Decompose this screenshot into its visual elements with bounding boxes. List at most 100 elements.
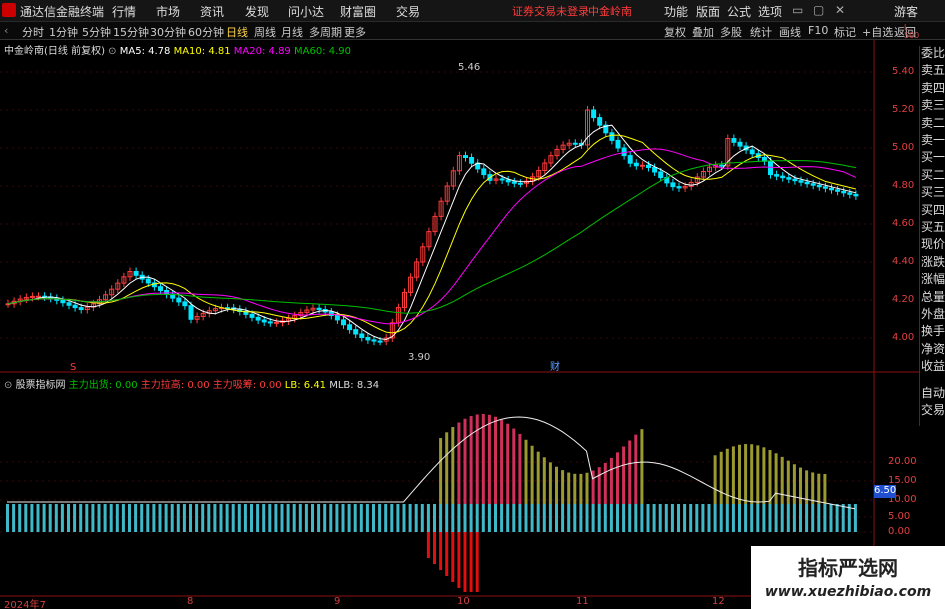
side-item[interactable]: 总量 — [921, 290, 945, 305]
tab-30min[interactable]: 30分钟 — [150, 24, 186, 40]
menu-trade[interactable]: 交易 — [396, 3, 420, 20]
tab-weekly[interactable]: 周线 — [254, 24, 276, 40]
indicator-bar — [774, 504, 778, 532]
side-item[interactable]: 净资 — [921, 342, 945, 357]
tab-1min[interactable]: 1分钟 — [49, 24, 78, 40]
price-tick: 4.40 — [892, 256, 915, 267]
indicator-bar-upper — [542, 457, 546, 504]
restore-icon[interactable]: ▢ — [813, 3, 824, 17]
menu-layout[interactable]: 版面 — [696, 3, 720, 20]
menu-news[interactable]: 资讯 — [200, 3, 224, 20]
indicator-bar — [42, 504, 46, 532]
indicator-bar — [652, 504, 656, 532]
tab-more[interactable]: 更多 — [344, 24, 366, 40]
indicator-bar — [841, 504, 845, 532]
tab-prev-icon[interactable]: ‹ — [4, 24, 8, 37]
side-item[interactable]: 卖四 — [921, 81, 945, 96]
tool-f10[interactable]: F10 — [808, 24, 828, 37]
indicator-bar-upper — [500, 419, 504, 504]
indicator-bar — [329, 504, 333, 532]
candle-body — [829, 187, 834, 191]
candle-body — [609, 132, 615, 141]
period-tabs: ‹ 分时 1分钟 5分钟 15分钟 30分钟 60分钟 日线 周线 月线 多周期… — [0, 22, 945, 40]
indicator-bar-upper — [512, 428, 516, 504]
tool-add-watchlist[interactable]: +自选 — [862, 24, 893, 40]
tool-overlay[interactable]: 叠加 — [692, 24, 714, 40]
tab-5min[interactable]: 5分钟 — [82, 24, 111, 40]
side-item[interactable]: 买三 — [921, 185, 945, 200]
side-item[interactable]: 收益 — [921, 359, 945, 374]
tab-monthly[interactable]: 月线 — [281, 24, 303, 40]
guest-label[interactable]: 游客 — [894, 3, 918, 20]
side-item[interactable]: 交易 — [921, 403, 945, 418]
indicator-bar — [304, 504, 308, 532]
indicator-bar — [616, 504, 619, 532]
candle-body — [182, 301, 188, 307]
side-item[interactable]: 卖三 — [921, 98, 945, 113]
menu-bar: 通达信金融终端 行情 市场 资讯 发现 问小达 财富圈 交易 证券交易未登录 中… — [0, 0, 945, 22]
indicator-bar — [372, 504, 375, 532]
menu-quotes[interactable]: 行情 — [112, 3, 136, 20]
side-item[interactable]: 卖五 — [921, 63, 945, 78]
candle-body — [731, 138, 737, 143]
date-label: 2024年7 — [4, 600, 46, 609]
price-tick: 5.00 — [892, 142, 915, 153]
menu-ask[interactable]: 问小达 — [288, 3, 324, 20]
indicator-bar — [414, 504, 418, 532]
indicator-bar — [750, 504, 754, 532]
side-item[interactable]: 换手 — [921, 324, 945, 339]
candle-body — [853, 193, 859, 197]
side-item[interactable]: 卖二 — [921, 116, 945, 131]
indicator-bar — [494, 504, 497, 532]
tool-mark[interactable]: 标记 — [834, 24, 856, 40]
side-item[interactable]: 自动 — [921, 386, 945, 401]
side-item[interactable]: 买四 — [921, 203, 945, 218]
indicator-bar — [536, 504, 540, 532]
indicator-bar-upper — [823, 473, 827, 504]
menu-market[interactable]: 市场 — [156, 3, 180, 20]
indicator-bar-upper — [524, 439, 528, 504]
indicator-bar — [555, 504, 558, 532]
indicator-bar — [780, 504, 784, 532]
indicator-bar — [561, 504, 565, 532]
indicator-bar-upper — [750, 444, 754, 504]
menu-discover[interactable]: 发现 — [245, 3, 269, 20]
tab-multi-period[interactable]: 多周期 — [309, 24, 342, 40]
tab-60min[interactable]: 60分钟 — [188, 24, 224, 40]
menu-options[interactable]: 选项 — [758, 3, 782, 20]
indicator-bar — [195, 504, 199, 532]
indicator-bar — [609, 504, 613, 532]
side-item[interactable]: 买五 — [921, 220, 945, 235]
side-item[interactable]: 现价 — [921, 237, 945, 252]
tab-15min[interactable]: 15分钟 — [113, 24, 149, 40]
side-item[interactable]: 涨幅 — [921, 272, 945, 287]
side-item[interactable]: 外盘 — [921, 307, 945, 322]
side-item[interactable]: 卖一 — [921, 133, 945, 148]
indicator-settings-icon[interactable]: ⊙ — [4, 380, 16, 391]
tool-adjust[interactable]: 复权 — [664, 24, 686, 40]
minimize-icon[interactable]: ▭ — [792, 3, 803, 17]
tool-multi-stock[interactable]: 多股 — [720, 24, 742, 40]
candle-body — [780, 175, 786, 179]
indicator-bar — [530, 504, 534, 532]
close-icon[interactable]: ✕ — [835, 3, 845, 17]
tool-draw[interactable]: 画线 — [779, 24, 801, 40]
chart-canvas: 5.46 3.90 S 财 — [0, 40, 919, 609]
tool-stats[interactable]: 统计 — [750, 24, 772, 40]
menu-formula[interactable]: 公式 — [727, 3, 751, 20]
side-item[interactable]: 买二 — [921, 168, 945, 183]
candle-body — [822, 186, 828, 189]
tab-intraday[interactable]: 分时 — [22, 24, 44, 40]
candle-body — [847, 192, 853, 195]
login-status[interactable]: 证券交易未登录 — [512, 3, 589, 19]
tab-daily[interactable]: 日线 — [226, 24, 248, 40]
indicator-bar — [524, 504, 528, 532]
side-item[interactable]: 买一 — [921, 150, 945, 165]
candle-body — [255, 316, 261, 321]
side-item[interactable]: 涨跌 — [921, 255, 945, 270]
candle-body — [353, 329, 359, 335]
menu-wealth[interactable]: 财富圈 — [340, 3, 376, 20]
menu-function[interactable]: 功能 — [664, 3, 688, 20]
side-item[interactable]: 委比 — [921, 46, 945, 61]
indicator-bar-upper — [555, 466, 558, 504]
